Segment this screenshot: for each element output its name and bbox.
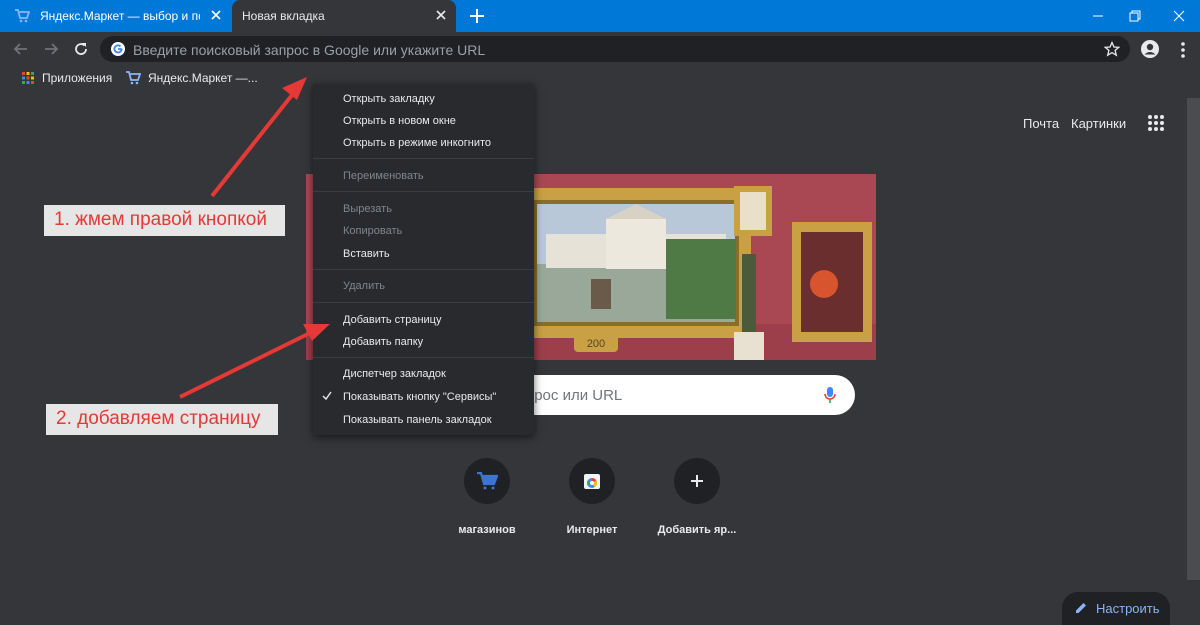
- bookmarks-bar: Приложения Яндекс.Маркет —...: [0, 66, 1200, 90]
- gmail-link[interactable]: Почта: [1023, 116, 1059, 131]
- bookmark-apps[interactable]: Приложения: [14, 71, 112, 85]
- title-bar: Яндекс.Маркет — выбор и покупка товаров …: [0, 0, 1200, 32]
- minimize-icon[interactable]: [1089, 7, 1107, 25]
- google-apps-icon[interactable]: [1147, 114, 1165, 132]
- tab-new-tab[interactable]: Новая вкладка: [232, 0, 456, 32]
- menu-item-open-new-window[interactable]: Открыть в новом окне: [343, 115, 456, 127]
- add-shortcut-tile[interactable]: Добавить яр...: [637, 458, 757, 536]
- tab-yandex-market[interactable]: Яндекс.Маркет — выбор и покупка товаров: [0, 0, 231, 32]
- menu-item-open-bookmark[interactable]: Открыть закладку: [343, 93, 435, 105]
- menu-item-copy: Копировать: [343, 225, 403, 237]
- window-close-icon[interactable]: [1170, 7, 1188, 25]
- menu-item-paste[interactable]: Вставить: [343, 248, 390, 260]
- cart-icon: [476, 472, 498, 490]
- bookmark-star-icon[interactable]: [1104, 41, 1120, 57]
- menu-item-show-bookmarks-bar[interactable]: Показывать панель закладок: [343, 414, 492, 426]
- new-tab-plus-icon[interactable]: [468, 7, 486, 25]
- tab-title: Яндекс.Маркет — выбор и покупка товаров: [40, 9, 200, 23]
- shortcut-tile[interactable]: Интернет: [532, 458, 652, 536]
- shortcut-icon-circle: [674, 458, 720, 504]
- shortcut-icon-circle: [464, 458, 510, 504]
- images-link[interactable]: Картинки: [1071, 116, 1126, 131]
- checkmark-icon: [322, 391, 332, 401]
- menu-item-add-folder[interactable]: Добавить папку: [343, 336, 423, 348]
- menu-item-delete: Удалить: [343, 280, 385, 292]
- menu-separator: [313, 158, 534, 159]
- menu-separator: [313, 269, 534, 270]
- microphone-icon[interactable]: [823, 386, 837, 404]
- menu-item-rename: Переименовать: [343, 170, 424, 182]
- menu-separator: [313, 357, 534, 358]
- cart-favicon-icon: [14, 9, 30, 23]
- customize-button[interactable]: Настроить: [1062, 592, 1170, 625]
- menu-item-open-incognito[interactable]: Открыть в режиме инкогнито: [343, 137, 491, 149]
- profile-avatar-icon[interactable]: [1140, 39, 1160, 59]
- shortcut-label: Интернет: [566, 524, 618, 536]
- toolbar: Введите поисковый запрос в Google или ук…: [0, 32, 1200, 66]
- plus-icon: [690, 474, 704, 488]
- restore-icon[interactable]: [1126, 7, 1144, 25]
- bookmark-label: Приложения: [42, 71, 113, 85]
- cart-favicon-icon: [125, 71, 141, 85]
- google-g-icon: [110, 41, 126, 57]
- close-icon[interactable]: [210, 9, 222, 21]
- menu-item-add-page[interactable]: Добавить страницу: [343, 314, 441, 326]
- annotation-step-2: 2. добавляем страницу: [46, 404, 278, 435]
- menu-item-bookmark-manager[interactable]: Диспетчер закладок: [343, 368, 446, 380]
- forward-arrow-icon[interactable]: [42, 40, 60, 58]
- annotation-step-1: 1. жмем правой кнопкой: [44, 205, 285, 236]
- pencil-icon: [1074, 601, 1088, 615]
- menu-item-show-apps-button[interactable]: Показывать кнопку "Сервисы": [343, 391, 496, 403]
- bookmark-yandex-market[interactable]: Яндекс.Маркет —...: [118, 71, 258, 85]
- menu-item-cut: Вырезать: [343, 203, 392, 215]
- chrome-webstore-icon: [582, 471, 602, 491]
- shortcut-label: магазинов: [458, 524, 516, 536]
- menu-dots-icon[interactable]: [1180, 41, 1186, 59]
- close-icon[interactable]: [435, 9, 447, 21]
- bookmark-context-menu: Открыть закладку Открыть в новом окне От…: [313, 84, 534, 435]
- doodle-badge-text: 200: [587, 338, 605, 350]
- shortcut-label: Добавить яр...: [657, 524, 737, 536]
- menu-separator: [313, 302, 534, 303]
- annotation-arrow-1: [210, 77, 307, 198]
- tab-title: Новая вкладка: [242, 9, 325, 23]
- scrollbar[interactable]: [1187, 98, 1200, 580]
- apps-grid-icon: [22, 72, 34, 84]
- omnibox[interactable]: Введите поисковый запрос в Google или ук…: [100, 36, 1130, 62]
- bookmark-label: Яндекс.Маркет —...: [148, 71, 258, 85]
- customize-label: Настроить: [1096, 601, 1160, 616]
- menu-separator: [313, 191, 534, 192]
- omnibox-placeholder: Введите поисковый запрос в Google или ук…: [133, 42, 486, 58]
- back-arrow-icon[interactable]: [12, 40, 30, 58]
- shortcut-tile[interactable]: магазинов: [427, 458, 547, 536]
- reload-icon[interactable]: [72, 40, 90, 58]
- shortcut-icon-circle: [569, 458, 615, 504]
